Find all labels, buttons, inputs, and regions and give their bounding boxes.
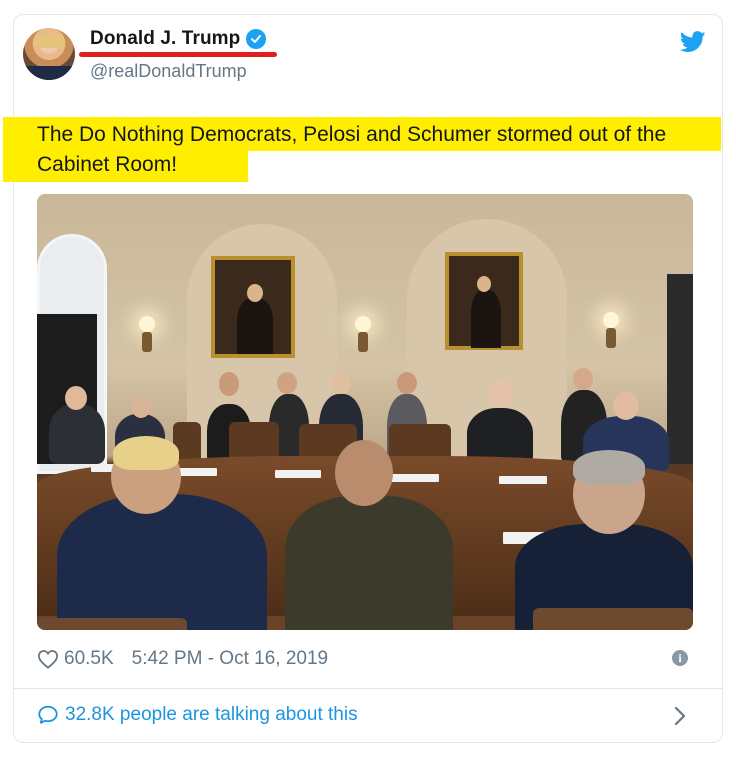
avatar-hair — [33, 34, 65, 48]
tweet-photo[interactable] — [37, 194, 693, 630]
talking-about-text[interactable]: 32.8K people are talking about this — [65, 704, 358, 726]
tweet-text: The Do Nothing Democrats, Pelosi and Sch… — [37, 123, 667, 176]
photo-foreground-person — [57, 494, 267, 630]
verified-badge-icon — [246, 29, 267, 49]
tweet-meta-row: 60.5K 5:42 PM - Oct 16, 2019 — [37, 648, 328, 670]
info-icon[interactable]: i — [672, 650, 688, 666]
avatar[interactable] — [23, 28, 75, 80]
avatar-suit — [23, 66, 75, 80]
author-handle[interactable]: @realDonaldTrump — [90, 61, 247, 82]
photo-foreground-person — [285, 496, 453, 630]
divider — [14, 688, 722, 689]
photo-chair — [533, 608, 693, 630]
tweet-timestamp[interactable]: 5:42 PM - Oct 16, 2019 — [132, 648, 328, 670]
photo-portrait-left — [211, 256, 295, 358]
photo-doorway-right — [667, 274, 693, 464]
photo-chair — [37, 618, 187, 630]
red-underline-annotation — [79, 52, 277, 57]
twitter-bird-icon[interactable] — [680, 31, 706, 53]
speech-bubble-icon — [38, 705, 58, 724]
photo-seated-person — [49, 404, 105, 464]
talking-about-link[interactable]: 32.8K people are talking about this — [37, 704, 358, 726]
like-count[interactable]: 60.5K — [64, 648, 114, 670]
chevron-right-icon[interactable] — [673, 706, 687, 726]
author-row[interactable]: Donald J. Trump — [90, 28, 267, 50]
photo-sconce — [139, 316, 155, 332]
photo-portrait-right — [445, 252, 523, 350]
photo-sconce — [355, 316, 371, 332]
photo-sconce — [603, 312, 619, 328]
heart-icon[interactable] — [37, 649, 59, 669]
author-name[interactable]: Donald J. Trump — [90, 28, 240, 50]
